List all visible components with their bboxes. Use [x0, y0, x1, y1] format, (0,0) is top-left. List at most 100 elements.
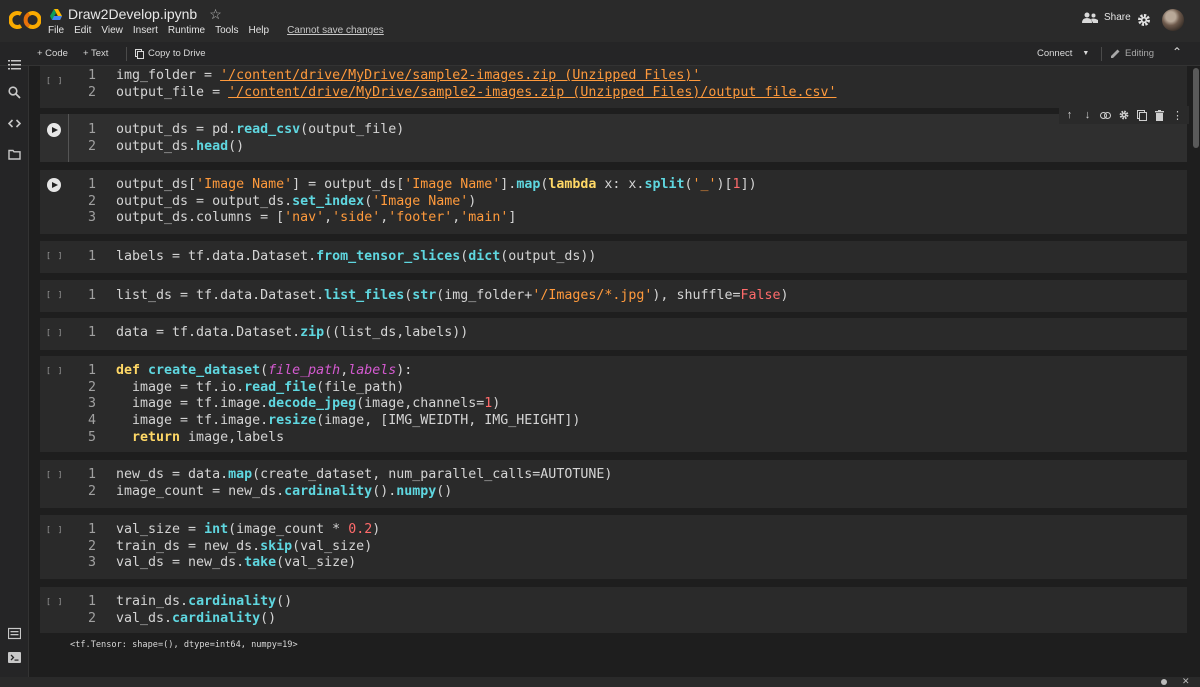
cell-code[interactable]: 1 output_ds['Image Name'] = output_ds['Im… — [82, 177, 757, 227]
cell-code[interactable]: 1 data = tf.data.Dataset.zip((list_ds,lab… — [82, 325, 468, 342]
code-function: split — [644, 177, 685, 192]
cell-settings-icon[interactable] — [1116, 108, 1131, 123]
pencil-icon — [1111, 49, 1120, 58]
code-cell[interactable]: [ ] 1 data = tf.data.Dataset.zip((list_ds… — [40, 318, 1187, 350]
notebook-scrollbar[interactable] — [1191, 66, 1200, 677]
line-number: 1 — [87, 288, 96, 303]
code-cell[interactable]: [ ] 1 list_ds = tf.data.Dataset.list_file… — [40, 280, 1187, 312]
code-cell[interactable]: 1 output_ds = pd.read_csv(output_file) 2 o… — [40, 114, 1187, 162]
add-code-button[interactable]: + Code — [37, 48, 68, 59]
avatar[interactable] — [1162, 9, 1184, 31]
toolbar: + Code + Text Copy to Drive Connect ▼ Ed… — [0, 42, 1200, 66]
menu-view[interactable]: View — [101, 25, 123, 36]
code-function: set_index — [292, 193, 365, 209]
scrollbar-thumb[interactable] — [1193, 68, 1199, 148]
cell-run-indicator[interactable]: [ ] — [46, 366, 63, 375]
code-cell[interactable]: [ ] 1 def create_dataset(file_path,labels… — [40, 356, 1187, 452]
code-token: val_ds. — [116, 610, 173, 626]
line-number: 1 — [87, 325, 96, 340]
code-token: (). — [372, 483, 397, 499]
code-cell[interactable]: [ ] 1 val_size = int(image_count * 0.2) 2… — [40, 515, 1187, 579]
cell-run-indicator[interactable]: [ ] — [46, 251, 63, 260]
gear-icon[interactable] — [1137, 13, 1151, 27]
more-vert-icon[interactable]: ⋮ — [1170, 108, 1185, 123]
arrow-down-icon[interactable]: ↓ — [1080, 108, 1095, 123]
run-cell-button[interactable] — [47, 123, 61, 137]
menu-file[interactable]: File — [48, 25, 64, 36]
cell-code[interactable]: 1 list_ds = tf.data.Dataset.list_files(st… — [82, 288, 789, 305]
menu-help[interactable]: Help — [248, 25, 269, 36]
code-cell[interactable]: [ ] 1 img_folder = '/content/drive/MyDriv… — [40, 66, 1187, 108]
code-token: ] — [508, 210, 517, 226]
terminal-icon[interactable] — [8, 651, 21, 664]
run-cell-button[interactable] — [47, 178, 61, 192]
copy-to-drive-button[interactable]: Copy to Drive — [135, 48, 206, 59]
code-cell[interactable]: [ ] 1 new_ds = data.map(create_dataset, n… — [40, 460, 1187, 508]
cannot-save-link[interactable]: Cannot save changes — [287, 25, 384, 36]
line-number: 1 — [87, 122, 96, 137]
line-number: 2 — [87, 610, 96, 626]
code-token: ((list_ds,labels)) — [324, 325, 469, 340]
cell-run-indicator[interactable]: [ ] — [46, 597, 63, 606]
search-icon[interactable] — [8, 86, 21, 99]
code-token: image = tf.image. — [116, 396, 269, 412]
code-cell[interactable]: [ ] 1 labels = tf.data.Dataset.from_tenso… — [40, 241, 1187, 273]
cell-code[interactable]: 1 val_size = int(image_count * 0.2) 2 trai… — [82, 522, 380, 572]
cell-code[interactable]: 1 output_ds = pd.read_csv(output_file) 2 o… — [82, 122, 404, 155]
code-number: 0.2 — [348, 522, 373, 537]
cell-output: <tf.Tensor: shape=(), dtype=int64, numpy… — [70, 640, 298, 650]
cell-run-indicator[interactable]: [ ] — [46, 525, 63, 534]
colab-logo[interactable] — [9, 6, 41, 34]
code-token: output_ds = pd. — [116, 122, 237, 137]
cell-run-indicator[interactable]: [ ] — [46, 76, 63, 85]
copy-icon — [135, 48, 144, 59]
cell-code[interactable]: 1 def create_dataset(file_path,labels): 2… — [82, 363, 580, 447]
cell-code[interactable]: 1 img_folder = '/content/drive/MyDrive/sa… — [82, 68, 837, 101]
link-icon[interactable] — [1098, 108, 1113, 123]
code-string[interactable]: '/content/drive/MyDrive/sample2-images.z… — [220, 68, 700, 83]
status-indicator-icon[interactable] — [1161, 679, 1167, 685]
cell-code[interactable]: 1 train_ds.cardinality() 2 val_ds.cardinal… — [82, 594, 292, 627]
cell-run-indicator[interactable]: [ ] — [46, 290, 63, 299]
toolbar-divider — [126, 47, 127, 61]
code-snippets-icon[interactable] — [8, 117, 21, 130]
code-function: take — [244, 555, 277, 571]
menu-insert[interactable]: Insert — [133, 25, 158, 36]
close-icon[interactable]: ✕ — [1182, 676, 1190, 687]
code-token: ) — [468, 193, 477, 209]
notebook-title[interactable]: Draw2Develop.ipynb — [68, 6, 197, 22]
arrow-up-icon[interactable]: ↑ — [1062, 108, 1077, 123]
add-text-button[interactable]: + Text — [83, 48, 108, 59]
menu-runtime[interactable]: Runtime — [168, 25, 205, 36]
editing-label: Editing — [1125, 48, 1155, 59]
menu-tools[interactable]: Tools — [215, 25, 238, 36]
files-icon[interactable] — [8, 148, 21, 161]
cell-run-indicator[interactable]: [ ] — [46, 470, 63, 479]
code-cell[interactable]: 1 output_ds['Image Name'] = output_ds['Im… — [40, 170, 1187, 234]
code-token: train_ds. — [116, 594, 189, 609]
code-string[interactable]: '/content/drive/MyDrive/sample2-images.z… — [228, 85, 836, 100]
command-palette-icon[interactable] — [8, 627, 21, 640]
delete-icon[interactable] — [1152, 108, 1167, 123]
code-token: val_ds = new_ds. — [116, 555, 245, 571]
editing-mode-button[interactable]: Editing — [1110, 48, 1154, 59]
share-button[interactable]: Share — [1082, 12, 1131, 23]
code-function: head — [196, 138, 229, 154]
status-bar: ✕ — [0, 676, 1200, 687]
menu-edit[interactable]: Edit — [74, 25, 91, 36]
code-string: 'Image Name' — [196, 177, 293, 192]
cell-code[interactable]: 1 new_ds = data.map(create_dataset, num_p… — [82, 467, 612, 500]
mirror-cell-icon[interactable] — [1134, 108, 1149, 123]
collapse-toolbar-icon[interactable]: ⌃ — [1172, 45, 1182, 59]
cell-code[interactable]: 1 labels = tf.data.Dataset.from_tensor_sl… — [82, 249, 596, 266]
cell-run-indicator[interactable]: [ ] — [46, 328, 63, 337]
star-icon[interactable]: ☆ — [209, 7, 222, 21]
connect-button[interactable]: Connect ▼ — [1037, 48, 1089, 59]
code-cell[interactable]: [ ] 1 train_ds.cardinality() 2 val_ds.card… — [40, 587, 1187, 633]
code-string: '/Images/*.jpg' — [532, 288, 653, 303]
line-number: 2 — [87, 138, 96, 154]
toc-icon[interactable] — [8, 58, 21, 71]
code-token: (create_dataset, num_parallel_calls=AUTO… — [252, 467, 613, 482]
code-token: ]. — [500, 177, 517, 192]
menu-bar: File Edit View Insert Runtime Tools Help… — [48, 25, 384, 36]
